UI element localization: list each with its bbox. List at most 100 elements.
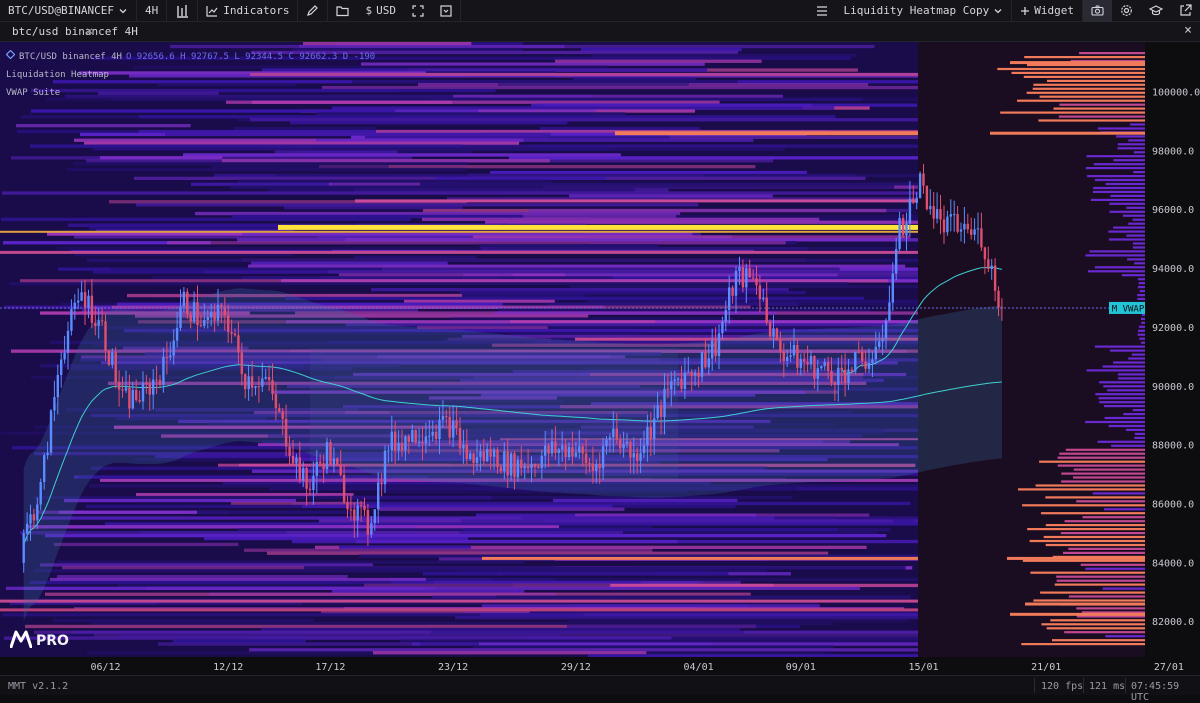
candle-body — [745, 268, 748, 288]
heatmap-chart[interactable]: M VWAP92662.314:01 100000.098000.096000.… — [0, 42, 1200, 675]
candle-body — [111, 352, 114, 365]
candle-body — [377, 482, 380, 510]
candle-body — [117, 382, 121, 390]
candle-body — [516, 459, 520, 478]
candle-body — [230, 332, 233, 334]
heat-band — [57, 575, 348, 579]
profile-bar — [1141, 341, 1145, 344]
candle-body — [329, 442, 332, 465]
candle-body — [932, 206, 935, 219]
profile-bar — [1068, 547, 1145, 550]
profile-bar — [1137, 286, 1145, 289]
profile-bar — [1137, 333, 1145, 336]
legend-indicator-heatmap[interactable]: Liquidation Heatmap — [6, 66, 375, 84]
share-button[interactable] — [1171, 0, 1200, 22]
heat-band — [422, 217, 820, 221]
tab-chart[interactable]: btc/usd binancef 4H — [12, 25, 138, 38]
save-button[interactable] — [432, 0, 461, 22]
fullscreen-button[interactable] — [404, 0, 432, 22]
heat-band — [498, 308, 871, 312]
candle-body — [220, 304, 223, 307]
candle-body — [523, 466, 526, 469]
profile-bar — [1041, 512, 1145, 515]
profile-bar — [1045, 543, 1145, 547]
draw-button[interactable] — [298, 0, 329, 22]
latency-label: 121 ms — [1089, 681, 1126, 692]
layout-list-button[interactable] — [808, 0, 836, 22]
heat-band — [30, 144, 463, 148]
profile-bar — [1085, 567, 1145, 570]
heat-band — [292, 539, 918, 544]
heat-band — [276, 173, 918, 178]
profile-bar — [1086, 369, 1145, 372]
candle-body — [578, 446, 581, 453]
heat-band — [473, 235, 911, 239]
candle-body — [571, 446, 574, 457]
heat-band — [581, 47, 742, 52]
candle-body — [189, 314, 192, 322]
candle-body — [465, 444, 468, 459]
fullscreen-icon — [412, 4, 424, 17]
heat-band — [84, 141, 520, 145]
legend-indicator-vwap[interactable]: VWAP Suite — [6, 84, 375, 102]
candle-body — [162, 356, 165, 385]
heat-band — [395, 109, 596, 113]
heat-band — [316, 112, 626, 116]
profile-bar — [1064, 631, 1145, 634]
candle-body — [56, 375, 59, 398]
profile-bar — [1088, 270, 1145, 273]
candle-body — [697, 372, 700, 377]
top-toolbar: BTC/USD@BINANCEF 4H Indicators $ USD Liq… — [0, 0, 1200, 22]
candle-body — [687, 371, 690, 373]
candle-body — [809, 356, 813, 365]
layout-selector[interactable]: Liquidity Heatmap Copy — [836, 0, 1013, 22]
candle-body — [826, 361, 830, 371]
profile-bar — [1073, 476, 1145, 479]
symbol-selector[interactable]: BTC/USD@BINANCEF — [0, 0, 137, 22]
candle-body — [993, 265, 997, 291]
candle-body — [888, 302, 891, 321]
profile-bar — [1093, 190, 1145, 193]
candle-body — [486, 449, 489, 462]
add-widget-button[interactable]: Widget — [1012, 0, 1083, 22]
timeframe-button[interactable]: 4H — [137, 0, 168, 22]
screenshot-button[interactable] — [1083, 0, 1112, 22]
close-icon[interactable]: × — [1184, 23, 1192, 38]
heat-band — [460, 290, 806, 295]
candle-body — [867, 362, 871, 369]
profile-bar — [1128, 357, 1145, 360]
chart-area[interactable]: M VWAP92662.314:01 100000.098000.096000.… — [0, 42, 1200, 675]
candle-body — [83, 292, 87, 309]
gear-icon — [1120, 4, 1133, 17]
candle-body — [830, 371, 833, 383]
candle-body — [186, 291, 189, 315]
profile-bar — [1138, 278, 1145, 281]
tab-close-icon[interactable]: × — [86, 24, 93, 38]
heat-band — [20, 531, 623, 535]
candle-body — [240, 352, 243, 375]
candle-body — [564, 445, 567, 458]
profile-bar — [1089, 250, 1145, 253]
indicators-button[interactable]: Indicators — [198, 0, 299, 22]
candle-body — [97, 320, 100, 326]
candle-body — [291, 456, 295, 464]
heat-band — [313, 147, 778, 151]
candle-body — [663, 388, 666, 417]
academy-button[interactable] — [1141, 0, 1171, 22]
profile-bar — [997, 67, 1145, 71]
candle-body — [605, 439, 608, 447]
profile-peak — [990, 131, 1145, 135]
candle-body — [247, 376, 250, 390]
heat-band — [339, 273, 566, 277]
profile-bar — [1064, 520, 1145, 523]
candle-body — [905, 223, 908, 236]
layouts-button[interactable] — [328, 0, 357, 22]
profile-bar — [1116, 135, 1145, 138]
settings-button[interactable] — [1112, 0, 1141, 22]
chart-type-button[interactable] — [167, 0, 199, 22]
folder-icon — [336, 5, 350, 17]
currency-button[interactable]: $ USD — [357, 0, 404, 22]
candle-body — [87, 295, 90, 309]
profile-bar — [1027, 63, 1145, 67]
heat-band — [158, 642, 421, 646]
